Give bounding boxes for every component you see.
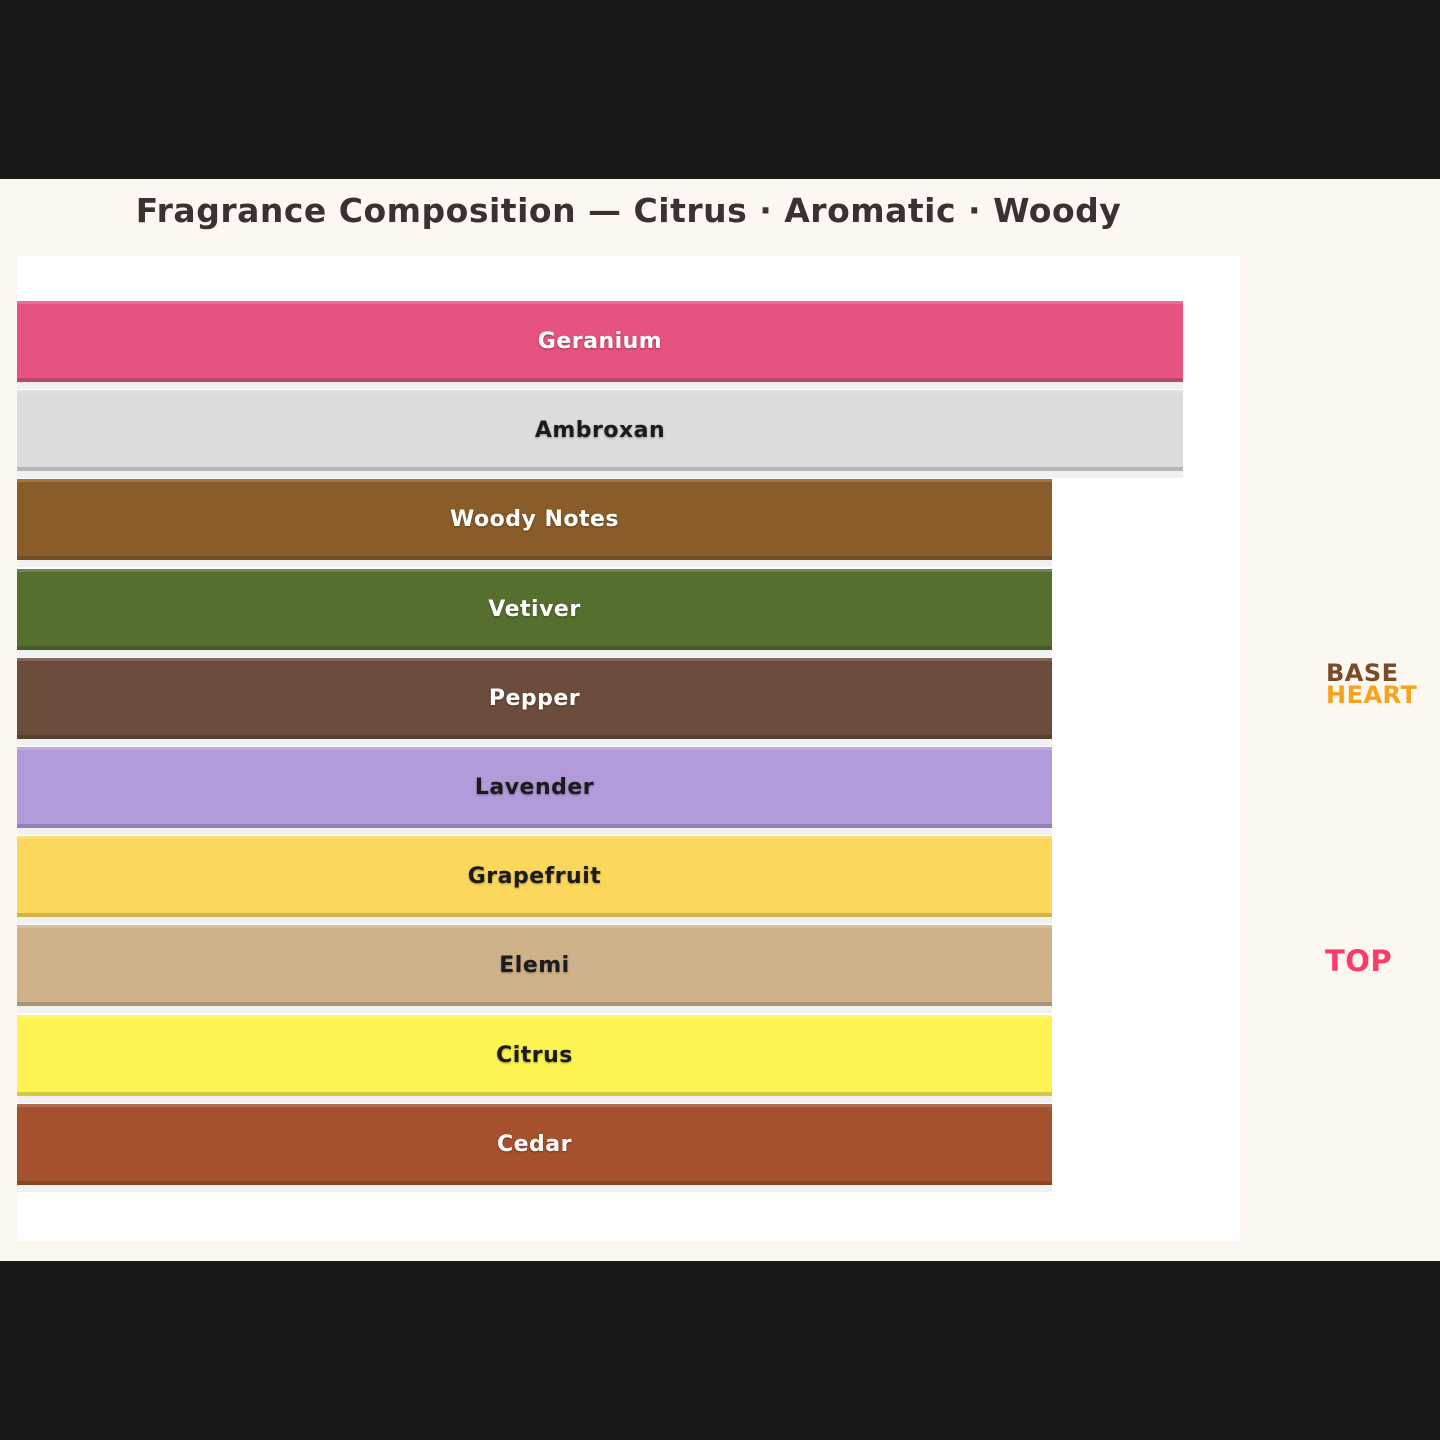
bar-label: Grapefruit [468,864,602,889]
bar-lavender: Lavender [17,747,1052,828]
chart-title: Fragrance Composition — Citrus · Aromati… [17,191,1240,231]
bar-pepper: Pepper [17,658,1052,739]
bar-label: Vetiver [488,597,580,622]
top-notes-label: TOP [1325,947,1392,976]
bar-grapefruit: Grapefruit [17,836,1052,917]
bar-label: Lavender [475,775,594,800]
bar-geranium: Geranium [17,301,1183,382]
screenshot-stage: Fragrance Composition — Citrus · Aromati… [0,0,1440,1440]
bar-citrus: Citrus [17,1015,1052,1096]
bar-label: Pepper [489,686,580,711]
bar-label: Geranium [538,329,662,354]
letterbox-top-bar [0,0,1440,179]
bar-label: Woody Notes [450,507,619,532]
bar-ambroxan: Ambroxan [17,390,1183,471]
bar-woody-notes: Woody Notes [17,479,1052,560]
bar-label: Citrus [496,1043,573,1068]
bar-cedar: Cedar [17,1104,1052,1185]
bar-label: Cedar [497,1132,572,1157]
bar-elemi: Elemi [17,925,1052,1006]
bar-label: Elemi [499,953,569,978]
bar-label: Ambroxan [535,418,665,443]
letterbox-bottom-bar [0,1261,1440,1440]
chart-panel: Geranium Ambroxan Woody Notes Vetiver Pepper… [17,256,1240,1241]
bar-vetiver: Vetiver [17,569,1052,650]
heart-notes-label: HEART [1326,683,1417,707]
